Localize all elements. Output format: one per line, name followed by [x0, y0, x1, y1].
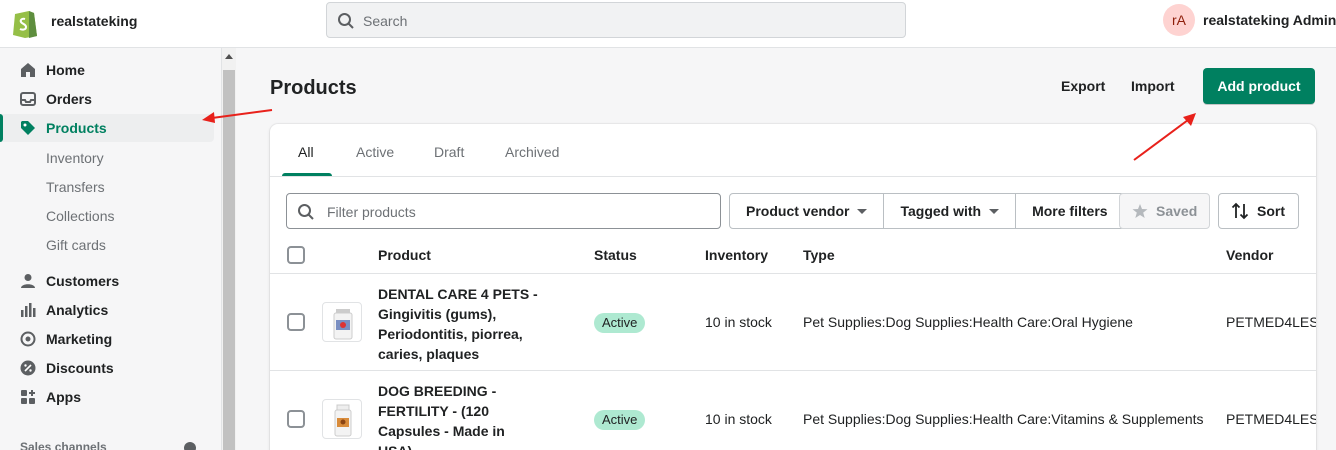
row-checkbox[interactable]	[287, 313, 305, 331]
sidebar-item-label: Marketing	[46, 331, 113, 347]
sidebar-item-label: Discounts	[46, 360, 114, 376]
caret-down-icon	[989, 209, 1000, 214]
sidebar-item-label: Analytics	[46, 302, 109, 318]
sidebar-item-apps[interactable]: Apps	[0, 383, 214, 411]
home-icon	[21, 63, 35, 77]
sidebar-item-discounts[interactable]: Discounts	[0, 354, 214, 382]
tagged-with-label: Tagged with	[900, 203, 982, 219]
sidebar-item-label: Products	[46, 120, 107, 136]
tab-archived[interactable]: Archived	[505, 144, 559, 160]
product-bottle-icon	[334, 404, 352, 437]
sidebar-item-label: Home	[46, 62, 85, 78]
saved-button[interactable]: Saved	[1119, 193, 1210, 229]
sidebar-subitem-gift-cards[interactable]: Gift cards	[46, 237, 106, 253]
filter-button-group: Product vendor Tagged with More filters	[729, 193, 1125, 229]
column-header-inventory[interactable]: Inventory	[705, 247, 768, 263]
sidebar-subitem-collections[interactable]: Collections	[46, 208, 114, 224]
sidebar-item-orders[interactable]: Orders	[0, 85, 214, 113]
sidebar-subitem-inventory[interactable]: Inventory	[46, 150, 104, 166]
product-vendor-label: Product vendor	[746, 203, 850, 219]
tab-bar: All Active Draft Archived	[270, 124, 1316, 177]
tag-icon	[21, 121, 35, 135]
top-bar: realstateking Search rA realstateking Ad…	[0, 0, 1336, 48]
vendor-cell: PETMED4LESS.	[1226, 314, 1316, 330]
person-icon	[21, 274, 35, 288]
column-header-type[interactable]: Type	[803, 247, 835, 263]
column-header-status[interactable]: Status	[594, 247, 637, 263]
sidebar-item-customers[interactable]: Customers	[0, 267, 214, 295]
page-title: Products	[270, 77, 357, 99]
product-name[interactable]: DOG BREEDING - FERTILITY - (120 Capsules…	[378, 381, 538, 450]
search-placeholder: Search	[363, 13, 408, 29]
sidebar-item-marketing[interactable]: Marketing	[0, 325, 214, 353]
status-badge: Active	[594, 410, 646, 430]
scroll-up-icon[interactable]	[225, 54, 233, 59]
sales-channels-heading: Sales channels	[20, 440, 107, 450]
sidebar-item-label: Customers	[46, 273, 120, 289]
inventory-cell: 10 in stock	[705, 411, 772, 427]
filter-products-input[interactable]: Filter products	[286, 193, 721, 229]
status-badge: Active	[594, 313, 646, 333]
sort-arrows-icon	[1231, 202, 1249, 220]
column-header-product[interactable]: Product	[378, 247, 431, 263]
more-filters-label: More filters	[1032, 203, 1108, 219]
table-header: Product Status Inventory Type Vendor	[270, 238, 1316, 274]
select-all-checkbox[interactable]	[287, 246, 305, 264]
column-header-vendor[interactable]: Vendor	[1226, 247, 1273, 263]
product-thumbnail[interactable]	[322, 399, 362, 439]
type-cell: Pet Supplies:Dog Supplies:Health Care:Or…	[803, 314, 1133, 330]
bar-chart-icon	[21, 303, 36, 317]
sidebar-item-label: Apps	[46, 389, 81, 405]
search-input[interactable]: Search	[326, 2, 906, 38]
orders-icon	[20, 92, 36, 106]
tab-all[interactable]: All	[298, 144, 314, 160]
discount-icon	[20, 360, 36, 376]
shopify-logo-icon[interactable]	[12, 7, 38, 39]
caret-down-icon	[857, 209, 868, 214]
import-button[interactable]: Import	[1131, 78, 1175, 94]
sort-label: Sort	[1257, 203, 1285, 219]
row-checkbox[interactable]	[287, 410, 305, 428]
more-filters-button[interactable]: More filters	[1016, 194, 1123, 228]
active-tab-indicator	[282, 173, 332, 176]
table-row[interactable]: DOG BREEDING - FERTILITY - (120 Capsules…	[270, 371, 1316, 450]
tab-draft[interactable]: Draft	[434, 144, 464, 160]
inventory-cell: 10 in stock	[705, 314, 772, 330]
search-icon	[338, 13, 354, 29]
product-vendor-filter-button[interactable]: Product vendor	[730, 194, 885, 228]
sidebar-item-analytics[interactable]: Analytics	[0, 296, 214, 324]
scrollbar-thumb[interactable]	[223, 70, 235, 450]
vendor-cell: PETMED4LESS.	[1226, 411, 1316, 427]
sidebar: Home Orders Products Inventory Transfers…	[0, 48, 222, 450]
product-name[interactable]: DENTAL CARE 4 PETS - Gingivitis (gums), …	[378, 284, 538, 364]
sidebar-item-home[interactable]: Home	[0, 56, 214, 84]
type-cell: Pet Supplies:Dog Supplies:Health Care:Vi…	[803, 411, 1204, 427]
tagged-with-filter-button[interactable]: Tagged with	[884, 194, 1017, 228]
sidebar-subitem-transfers[interactable]: Transfers	[46, 179, 105, 195]
product-thumbnail[interactable]	[322, 302, 362, 342]
saved-label: Saved	[1156, 203, 1198, 219]
sidebar-item-label: Orders	[46, 91, 92, 107]
table-row[interactable]: DENTAL CARE 4 PETS - Gingivitis (gums), …	[270, 274, 1316, 371]
apps-icon	[21, 390, 35, 404]
sidebar-scrollbar[interactable]	[222, 48, 236, 450]
tab-active[interactable]: Active	[356, 144, 394, 160]
target-icon	[20, 331, 36, 347]
product-bottle-icon	[333, 309, 353, 340]
sidebar-item-products[interactable]: Products	[0, 114, 214, 142]
add-sales-channel-icon[interactable]	[184, 442, 196, 450]
filter-placeholder: Filter products	[327, 204, 416, 220]
search-icon	[298, 204, 314, 220]
store-name[interactable]: realstateking	[51, 13, 137, 29]
add-product-button[interactable]: Add product	[1203, 68, 1315, 104]
user-name[interactable]: realstateking Admin	[1203, 12, 1336, 28]
export-button[interactable]: Export	[1061, 78, 1105, 94]
avatar[interactable]: rA	[1163, 4, 1195, 36]
sort-button[interactable]: Sort	[1218, 193, 1299, 229]
star-icon	[1132, 204, 1148, 218]
products-card: All Active Draft Archived Filter product…	[270, 124, 1316, 450]
